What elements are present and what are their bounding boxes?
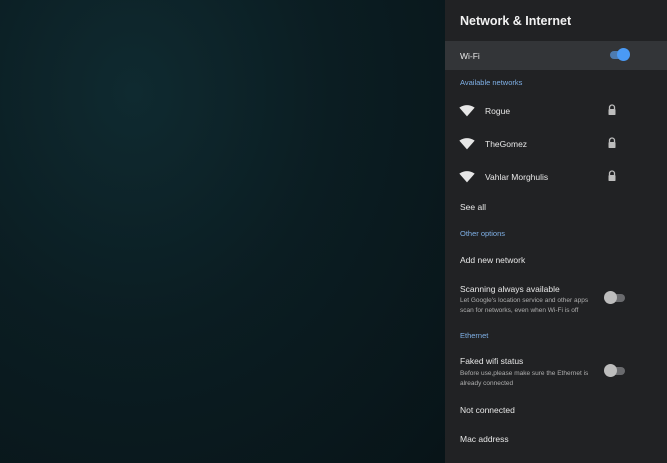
scanning-row[interactable]: Scanning always available Let Google's l… [445, 280, 667, 318]
scanning-switch[interactable] [604, 291, 626, 305]
lock-icon [608, 137, 616, 148]
faked-wifi-switch[interactable] [604, 364, 626, 378]
network-item[interactable]: TheGomez [445, 127, 667, 160]
lock-icon [608, 170, 616, 181]
available-networks-header: Available networks [460, 78, 523, 87]
network-item[interactable]: Vahlar Morghulis [445, 160, 667, 193]
lock-icon [608, 104, 616, 115]
add-network-label: Add new network [460, 255, 526, 265]
wifi-signal-icon [459, 138, 475, 150]
faked-wifi-switch-knob [604, 364, 617, 377]
add-network-row[interactable]: Add new network [445, 249, 667, 271]
network-settings-panel: Network & Internet Wi-Fi Available netwo… [445, 0, 667, 463]
wifi-toggle-row[interactable]: Wi-Fi [445, 41, 667, 70]
wifi-switch[interactable] [608, 48, 630, 62]
scanning-switch-knob [604, 291, 617, 304]
see-all-row[interactable]: See all [445, 196, 667, 218]
see-all-link[interactable]: See all [460, 202, 486, 212]
network-item[interactable]: Rogue [445, 94, 667, 127]
ethernet-header: Ethernet [460, 331, 489, 340]
wifi-signal-icon [459, 105, 475, 117]
connection-status: Not connected [460, 405, 515, 415]
panel-title: Network & Internet [460, 14, 572, 28]
network-name: Vahlar Morghulis [485, 172, 549, 182]
mac-address-row[interactable]: Mac address [445, 429, 667, 451]
mac-address-label: Mac address [460, 434, 509, 444]
connection-status-row[interactable]: Not connected [445, 400, 667, 422]
wifi-signal-icon [459, 171, 475, 183]
faked-wifi-row[interactable]: Faked wifi status Before use,please make… [445, 352, 667, 390]
faked-wifi-label: Faked wifi status [460, 356, 524, 366]
background-wallpaper [0, 0, 445, 463]
scanning-label: Scanning always available [460, 284, 560, 294]
network-name: TheGomez [485, 139, 528, 149]
other-options-header: Other options [460, 229, 506, 238]
faked-wifi-description: Before use,please make sure the Ethernet… [460, 370, 589, 387]
scanning-description: Let Google's location service and other … [460, 297, 589, 314]
wifi-switch-knob [617, 48, 630, 61]
network-name: Rogue [485, 106, 511, 116]
wifi-label: Wi-Fi [460, 51, 480, 61]
